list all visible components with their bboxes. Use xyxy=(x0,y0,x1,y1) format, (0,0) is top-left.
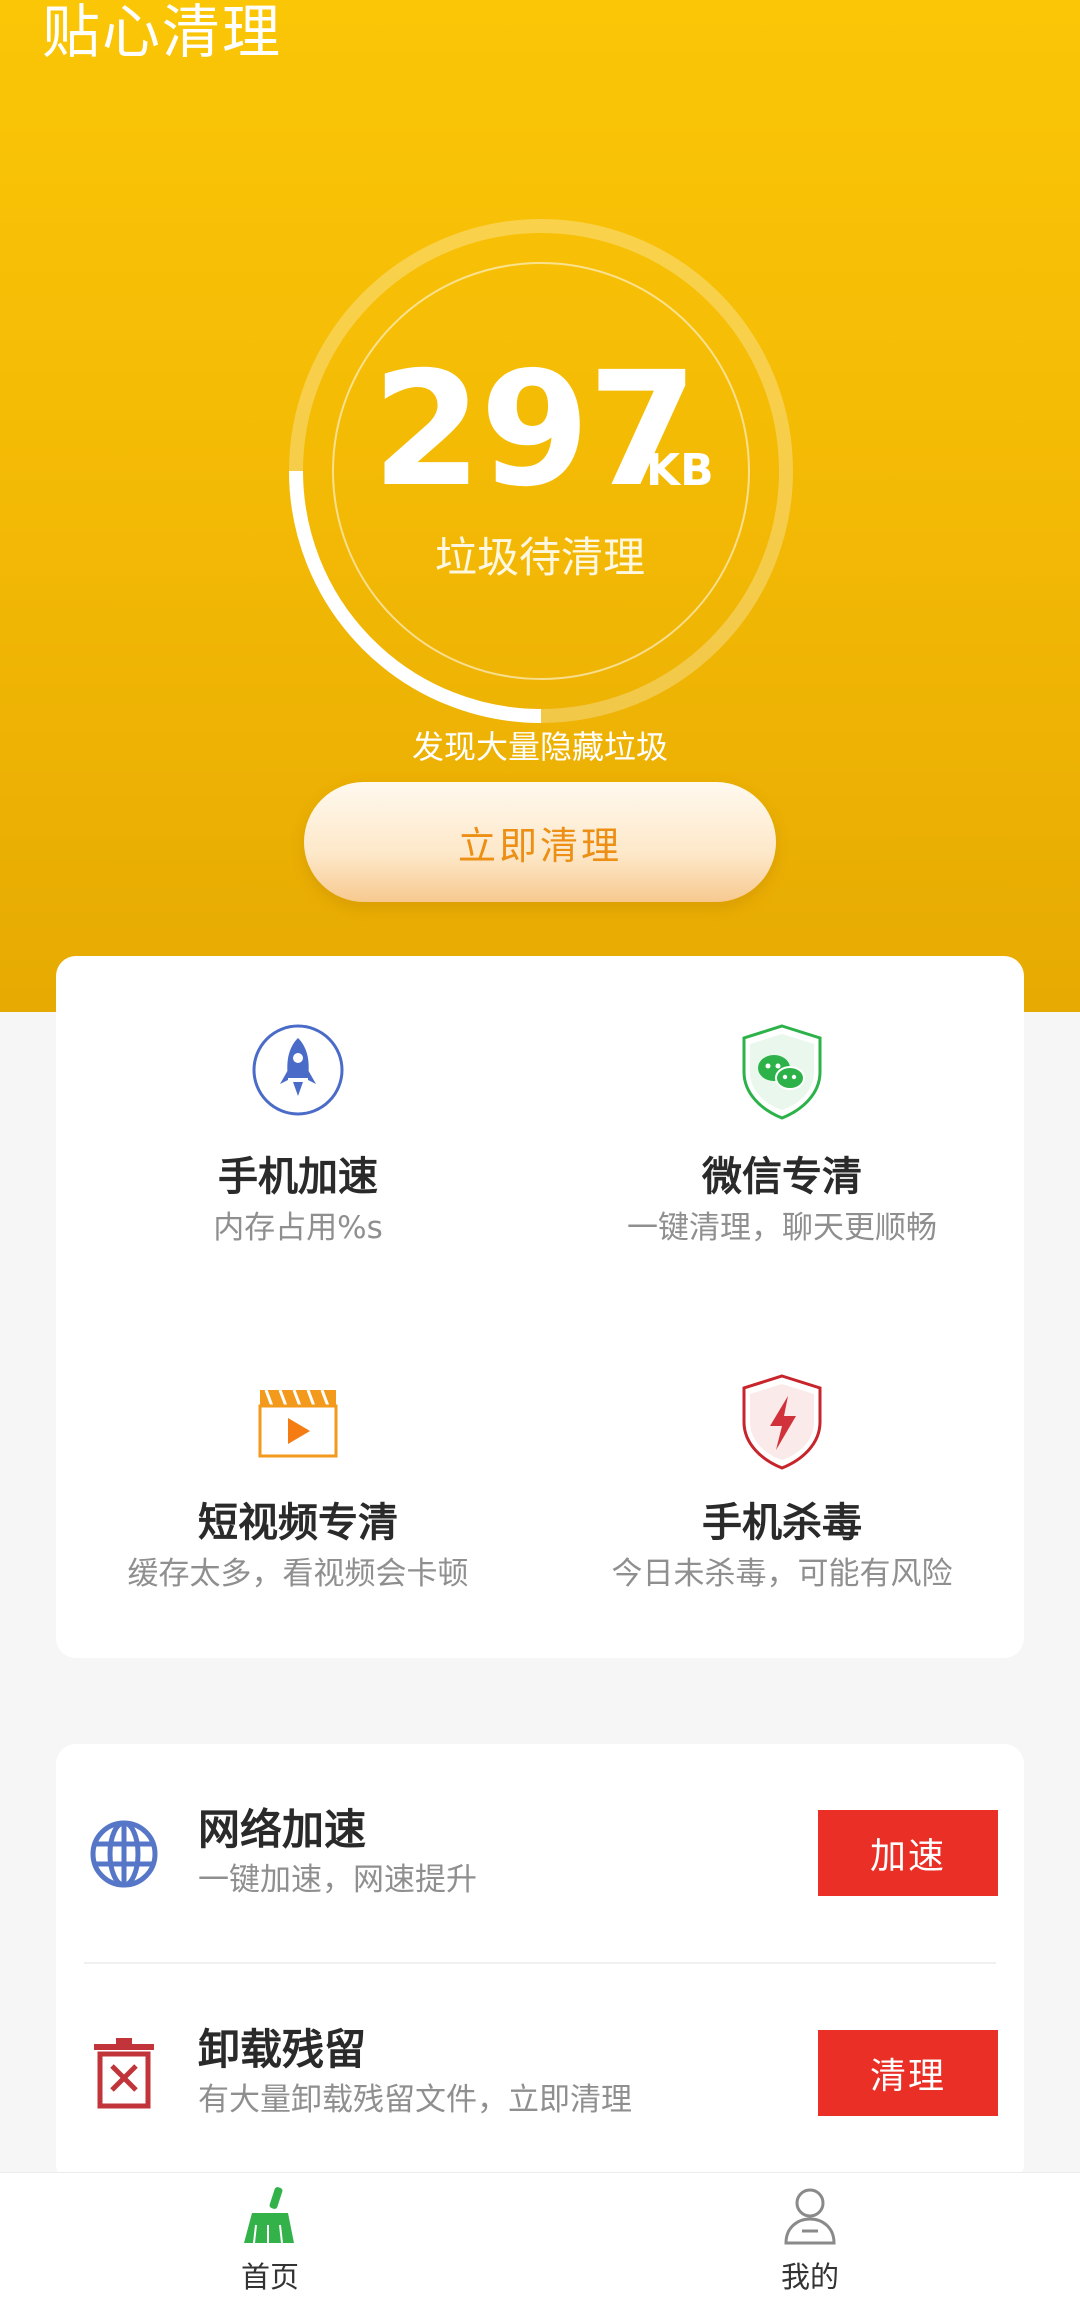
list-item-subtitle: 一键加速，网速提升 xyxy=(198,1862,477,1898)
user-icon xyxy=(782,2187,838,2245)
list-item-network-boost: 网络加速 一键加速，网速提升 加速 xyxy=(56,1744,1024,1964)
feature-phone-boost[interactable]: 手机加速 内存占用%s xyxy=(56,956,540,1306)
feature-subtitle: 今日未杀毒，可能有风险 xyxy=(611,1556,953,1592)
wechat-shield-icon xyxy=(730,1018,834,1122)
list-item-subtitle: 有大量卸载残留文件，立即清理 xyxy=(198,2082,632,2118)
list-item-title: 网络加速 xyxy=(198,1805,367,1854)
feature-subtitle: 缓存太多，看视频会卡顿 xyxy=(127,1556,469,1592)
boost-button[interactable]: 加速 xyxy=(818,1810,998,1896)
tab-home[interactable]: 首页 xyxy=(140,2173,400,2311)
feature-short-video-clean[interactable]: 短视频专清 缓存太多，看视频会卡顿 xyxy=(56,1308,540,1658)
feature-antivirus[interactable]: 手机杀毒 今日未杀毒，可能有风险 xyxy=(540,1308,1024,1658)
hidden-junk-hint: 发现大量隐藏垃圾 xyxy=(411,728,668,766)
clean-residue-button[interactable]: 清理 xyxy=(818,2030,998,2116)
tab-mine[interactable]: 我的 xyxy=(680,2173,940,2311)
feature-subtitle: 内存占用%s xyxy=(213,1210,383,1246)
junk-label: 垃圾待清理 xyxy=(434,533,645,582)
feature-title: 短视频专清 xyxy=(198,1500,398,1546)
feature-card: 手机加速 内存占用%s 微信专清 一键清理，聊天更顺畅 短视频专清 缓存太多，看… xyxy=(56,956,1024,1658)
feature-title: 手机杀毒 xyxy=(702,1500,862,1546)
tools-list-card: 网络加速 一键加速，网速提升 加速 卸载残留 有大量卸载残留文件，立即清理 清理 xyxy=(56,1744,1024,2184)
tab-home-label: 首页 xyxy=(240,2260,299,2294)
trash-box-icon xyxy=(88,2038,160,2110)
list-item-uninstall-residue: 卸载残留 有大量卸载残留文件，立即清理 清理 xyxy=(56,1964,1024,2184)
globe-icon xyxy=(88,1818,160,1890)
feature-title: 手机加速 xyxy=(218,1154,378,1200)
junk-size-unit: KB xyxy=(646,445,714,496)
feature-title: 微信专清 xyxy=(702,1154,862,1200)
tab-mine-label: 我的 xyxy=(780,2260,839,2294)
list-item-title: 卸载残留 xyxy=(198,2025,367,2074)
header-banner: 贴心清理 297 KB 垃圾待清理 发现大量隐藏垃圾 立即清理 xyxy=(0,0,1080,1012)
feature-subtitle: 一键清理，聊天更顺畅 xyxy=(627,1210,937,1246)
video-clapper-icon xyxy=(246,1368,350,1472)
rocket-icon xyxy=(246,1018,350,1122)
bottom-tab-bar: 首页 我的 xyxy=(0,2172,1080,2311)
feature-wechat-clean[interactable]: 微信专清 一键清理，聊天更顺畅 xyxy=(540,956,1024,1306)
clean-now-button[interactable]: 立即清理 xyxy=(304,782,776,902)
broom-icon xyxy=(242,2187,298,2245)
app-title: 贴心清理 xyxy=(42,0,283,66)
lightning-shield-icon xyxy=(730,1368,834,1472)
